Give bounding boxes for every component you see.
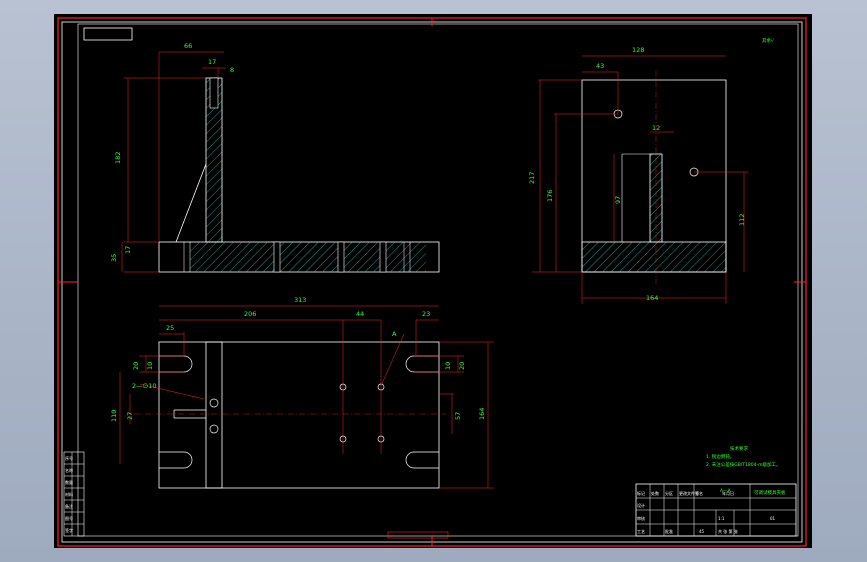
dim-10-right: 10 [444,362,452,370]
left-strip-2: 数量 [65,479,73,485]
tech-note-2: 2. 未注公差按GB/T1804-m级加工。 [706,461,781,468]
tb-row-5: 年月日 [722,490,734,496]
front-view: 66 17 8 182 17 35 [110,42,440,273]
tb-role-3: 批准 [665,528,673,534]
left-strip-1: 名称 [65,467,73,473]
inner-frame [61,21,803,543]
outer-frame [57,17,807,547]
title-block: 标记 处数 分区 更改文件号 签名 年月日 设计 审核 工艺 批准 1:1 45… [635,483,797,537]
dim-10-left: 10 [146,362,154,370]
dim-176: 176 [546,190,554,202]
dim-17-base: 17 [124,246,132,254]
dim-110: 110 [110,410,118,422]
top-view: 313 206 44 23 25 20 10 10 20 27 110 57 1… [110,296,494,489]
cad-viewport[interactable]: 其余√ 序号 名称 数量 材料 备注 图号 签字 66 17 8 182 17 … [54,14,812,548]
tb-sheet: 共 张 第 张 [718,528,738,534]
dim-27: 27 [126,412,134,420]
dim-20-right: 20 [458,362,466,370]
tb-role-0: 设计 [637,502,645,508]
tb-row-2: 分区 [665,490,673,496]
dim-66: 66 [184,42,192,50]
hole-callout: 2—∅10 [132,382,157,390]
dim-25: 25 [166,324,174,332]
left-strip-6: 签字 [65,527,73,533]
dim-44: 44 [356,310,364,318]
left-strip-4: 备注 [65,503,73,509]
dim-57: 57 [454,412,462,420]
dim-97: 97 [614,196,622,204]
drawing-canvas: 其余√ 序号 名称 数量 材料 备注 图号 签字 66 17 8 182 17 … [57,17,807,547]
drawing-frame [77,23,799,537]
dim-17-top: 17 [208,58,216,66]
dim-182: 182 [114,152,122,164]
dim-164-side: 164 [646,294,658,302]
tb-scale: 1:1 [718,516,725,521]
tb-row-1: 处数 [651,490,659,496]
dim-23: 23 [422,310,430,318]
dim-43: 43 [596,62,604,70]
dim-12: 12 [652,124,660,132]
dim-313: 313 [294,296,306,304]
dim-128: 128 [632,46,644,54]
dim-112: 112 [738,214,746,226]
tb-title: 可调试模具夹板 [754,489,786,496]
tb-role-2: 工艺 [637,529,645,534]
dim-20-left: 20 [132,362,140,370]
dim-217: 217 [528,172,536,184]
tb-role-1: 审核 [637,515,645,521]
technical-notes: 技术要求 1. 锐边倒钝。 2. 未注公差按GB/T1804-m级加工。 [706,445,781,468]
roughness-mark: 其余√ [762,37,774,44]
dim-35: 35 [110,254,118,262]
tb-code: 01 [770,516,776,521]
section-callout: A [392,330,397,338]
left-strip-0: 序号 [65,455,73,461]
left-strip: 序号 名称 数量 材料 备注 图号 签字 [63,451,85,537]
dim-206: 206 [244,310,256,318]
tb-row-4: 签名 [695,490,703,496]
drawing-code-box [83,27,133,41]
tech-note-1: 1. 锐边倒钝。 [706,453,734,460]
side-view: 128 43 12 217 176 97 112 164 [528,46,748,304]
left-strip-5: 图号 [65,515,73,521]
dim-8: 8 [230,66,234,74]
left-strip-3: 材料 [65,491,73,497]
tech-note-title: 技术要求 [730,445,748,452]
dim-164-top: 164 [478,408,486,420]
tb-material: 45 [699,529,705,534]
tb-row-0: 标记 [637,490,645,496]
